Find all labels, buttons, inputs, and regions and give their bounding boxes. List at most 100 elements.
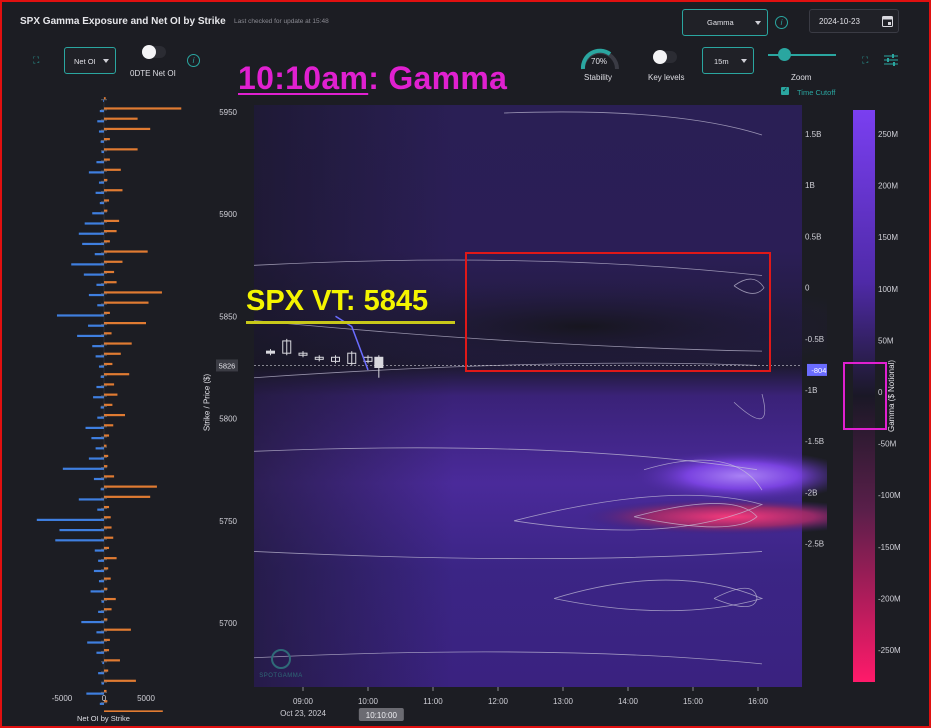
odte-toggle[interactable] — [142, 45, 166, 59]
net-oi-marker — [101, 548, 107, 550]
zoom-slider-handle[interactable] — [778, 48, 791, 61]
net-oi-marker — [101, 466, 107, 469]
net-oi-chart: -5000 0 5000 — [36, 97, 182, 712]
call-oi-bar — [104, 281, 117, 284]
vt-underline — [246, 321, 455, 324]
call-oi-bar — [104, 270, 115, 274]
call-oi-bar — [104, 373, 130, 376]
call-oi-bar — [104, 710, 163, 712]
annotation-metric: : Gamma — [368, 60, 508, 96]
call-oi-bar — [104, 618, 108, 621]
call-oi-bar — [104, 536, 114, 539]
date-picker[interactable]: 2024-10-23 — [809, 9, 899, 33]
put-oi-bar — [71, 263, 104, 266]
call-oi-bar — [104, 332, 112, 335]
net-oi-marker — [101, 170, 107, 172]
colorbar-tick-label: -50M — [878, 440, 897, 449]
colorbar-label: Gamma ($ Notional) — [887, 360, 896, 432]
net-oi-marker — [101, 477, 107, 479]
net-oi-marker — [101, 681, 107, 683]
call-oi-bar — [104, 291, 162, 294]
colorbar-tick-label: 100M — [878, 285, 898, 294]
put-oi-bar — [81, 620, 104, 624]
page-title: SPX Gamma Exposure and Net OI by Strike — [20, 16, 226, 27]
y-tick-label: 5700 — [219, 619, 237, 628]
put-oi-bar — [78, 498, 104, 501]
net-oi-marker — [101, 334, 107, 336]
call-oi-bar — [104, 526, 112, 529]
y-tick-label: 5800 — [219, 415, 237, 424]
oi-select[interactable]: Net OI — [64, 47, 116, 74]
net-oi-marker — [101, 109, 107, 111]
info-icon[interactable]: i — [775, 16, 788, 29]
call-oi-bar — [104, 189, 123, 192]
colorbar-tick-label: -200M — [878, 594, 901, 603]
expand-right-icon[interactable]: ⛶ — [862, 56, 871, 65]
info-icon[interactable]: i — [187, 54, 200, 67]
put-oi-bar — [59, 529, 104, 532]
net-oi-marker — [101, 456, 107, 458]
net-oi-marker — [101, 405, 107, 407]
net-oi-marker — [101, 518, 107, 520]
call-oi-bar — [104, 434, 110, 437]
candle-body — [374, 356, 384, 368]
call-oi-bar — [104, 557, 117, 560]
last-checked-text: Last checked for update at 15:48 — [234, 18, 329, 25]
x-tick-label: 11:00 — [423, 697, 443, 706]
call-oi-bar — [104, 628, 131, 631]
current-price-label: 5826 — [219, 361, 236, 370]
call-oi-bar — [104, 495, 151, 498]
zoom-label: Zoom — [791, 73, 812, 82]
call-oi-bar — [104, 178, 108, 182]
net-oi-marker — [101, 323, 107, 326]
colorbar-tick-label: -150M — [878, 543, 901, 552]
call-oi-bar — [104, 209, 108, 212]
x-tick-label: 13:00 — [553, 697, 574, 706]
net-oi-marker — [101, 139, 107, 142]
call-oi-bar — [104, 413, 125, 417]
time-cutoff-label: Time Cutoff — [797, 88, 836, 97]
net-oi-marker — [101, 180, 107, 183]
y-tick-label: 5900 — [219, 210, 237, 219]
call-oi-bar — [104, 138, 110, 141]
settings-sliders-icon[interactable] — [884, 54, 898, 66]
call-oi-bar — [104, 311, 110, 314]
call-oi-bar — [104, 219, 120, 222]
net-oi-marker — [101, 242, 107, 244]
chevron-down-icon — [103, 58, 109, 63]
call-oi-bar — [104, 250, 148, 253]
call-oi-bar — [104, 424, 114, 427]
colorbar-tick-label: -250M — [878, 646, 901, 655]
call-oi-bar — [104, 516, 111, 519]
net-oi-marker — [101, 589, 107, 591]
net-oi-tick-label: 0 — [102, 694, 107, 703]
net-oi-marker — [101, 446, 107, 448]
call-oi-bar — [104, 475, 115, 478]
net-oi-marker — [101, 426, 107, 428]
key-levels-toggle[interactable] — [653, 50, 677, 64]
net-oi-marker — [101, 691, 107, 694]
expand-left-icon[interactable]: ⛶ — [33, 56, 42, 65]
net-oi-marker — [101, 650, 107, 653]
put-oi-bar — [36, 518, 104, 521]
interval-select[interactable]: 15m — [702, 47, 754, 74]
odte-label: 0DTE Net OI — [130, 69, 176, 78]
candle-body — [266, 350, 275, 354]
call-oi-bar — [104, 199, 110, 202]
net-oi-marker — [101, 293, 107, 295]
net-oi-marker — [101, 507, 107, 510]
hiro-tick-label: -1B — [805, 386, 817, 395]
call-oi-bar — [104, 260, 123, 263]
net-oi-marker — [101, 415, 107, 418]
hiro-tick-label: -2.5B — [805, 540, 824, 549]
call-oi-bar — [104, 505, 110, 509]
call-oi-bar — [104, 669, 109, 672]
metric-select[interactable]: Gamma — [682, 9, 768, 36]
x-tick-label: 09:00 — [293, 697, 314, 706]
net-oi-marker — [101, 283, 107, 285]
net-oi-marker — [101, 569, 107, 571]
chevron-down-icon — [755, 20, 761, 25]
call-oi-bar — [104, 168, 121, 171]
net-oi-marker — [101, 610, 107, 612]
time-cutoff-checkbox[interactable]: ✓ — [781, 87, 789, 95]
